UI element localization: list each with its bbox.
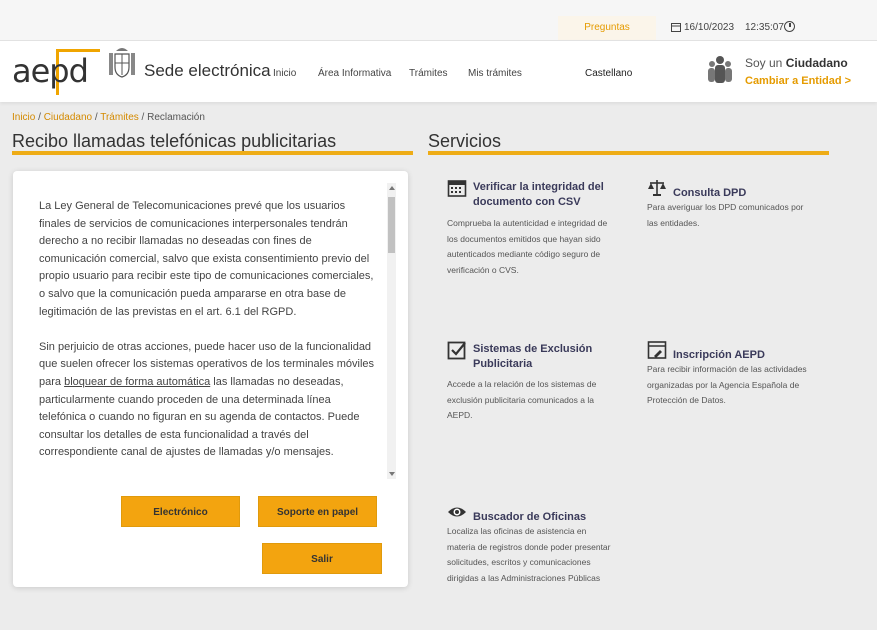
nav-mis-tramites[interactable]: Mis trámites bbox=[468, 68, 522, 79]
services-title: Servicios bbox=[428, 131, 502, 151]
breadcrumb-separator: / bbox=[35, 112, 44, 123]
breadcrumb: Inicio / Ciudadano / Trámites / Reclamac… bbox=[12, 112, 205, 123]
calendar-icon bbox=[447, 180, 467, 197]
logo-text: aepd bbox=[12, 52, 89, 90]
form-icon bbox=[647, 341, 667, 359]
procedure-card: La Ley General de Telecomunicaciones pre… bbox=[13, 171, 408, 587]
breadcrumb-tramites[interactable]: Trámites bbox=[100, 112, 139, 123]
top-bar: Preguntas Frecuentes 16/10/2023 12:35:07 bbox=[0, 0, 877, 57]
info-paragraph-1: La Ley General de Telecomunicaciones pre… bbox=[39, 200, 374, 318]
text-scrollbar[interactable] bbox=[387, 183, 396, 479]
service-name[interactable]: Buscador de Oficinas bbox=[473, 510, 613, 525]
calendar-icon bbox=[671, 23, 681, 33]
info-text[interactable]: La Ley General de Telecomunicaciones pre… bbox=[39, 198, 379, 490]
breadcrumb-current: Reclamación bbox=[147, 112, 205, 123]
breadcrumb-inicio[interactable]: Inicio bbox=[12, 112, 35, 123]
switch-entity-link[interactable]: Cambiar a Entidad > bbox=[745, 75, 851, 87]
paper-button[interactable]: Soporte en papel bbox=[258, 496, 377, 527]
faq-link[interactable]: Preguntas Frecuentes bbox=[558, 16, 656, 57]
paragraph-2-end: las llamadas no deseadas, particularment… bbox=[39, 375, 360, 459]
scroll-down-arrow[interactable] bbox=[389, 472, 395, 476]
title-underline bbox=[12, 151, 413, 155]
clock-icon bbox=[784, 21, 795, 32]
services-underline bbox=[428, 151, 829, 155]
user-prefix: Soy un bbox=[745, 56, 783, 70]
site-header: aepd Sede electrónica Inicio Área Inform… bbox=[0, 40, 877, 102]
electronic-button[interactable]: Electrónico bbox=[121, 496, 240, 527]
page-title: Recibo llamadas telefónicas publicitaria… bbox=[12, 131, 337, 151]
service-name[interactable]: Consulta DPD bbox=[673, 186, 813, 201]
block-calls-link[interactable]: bloquear de forma automática bbox=[64, 376, 210, 388]
date-text: 16/10/2023 bbox=[684, 22, 735, 33]
nav-area-informativa[interactable]: Área Informativa bbox=[318, 68, 391, 79]
scales-icon bbox=[648, 180, 666, 196]
breadcrumb-separator: / bbox=[138, 112, 148, 123]
checkbox-icon bbox=[447, 341, 466, 360]
service-name[interactable]: Inscripción AEPD bbox=[673, 348, 813, 363]
service-name[interactable]: Sistemas de Exclusión Publicitaria bbox=[473, 342, 613, 372]
eye-icon bbox=[448, 507, 466, 517]
service-desc: Localiza las oficinas de asistencia en m… bbox=[447, 526, 611, 583]
service-desc: Para averiguar los DPD comunicados por l… bbox=[647, 202, 804, 228]
user-role: Soy un Ciudadano bbox=[745, 56, 848, 70]
service-desc: Accede a la relación de los sistemas de … bbox=[447, 379, 597, 420]
service-desc: Para recibir información de las activida… bbox=[647, 364, 807, 405]
exit-button[interactable]: Salir bbox=[262, 543, 382, 574]
scroll-up-arrow[interactable] bbox=[389, 186, 395, 190]
language-selector[interactable]: Castellano bbox=[585, 68, 632, 79]
aepd-logo[interactable]: aepd bbox=[12, 49, 102, 95]
date-display: 16/10/2023 bbox=[671, 16, 734, 40]
site-title: Sede electrónica bbox=[144, 61, 271, 80]
time-display: 12:35:07 bbox=[745, 22, 784, 33]
info-paragraph-2: Sin perjuicio de otras acciones, puede h… bbox=[39, 339, 379, 462]
nav-inicio[interactable]: Inicio bbox=[273, 68, 296, 79]
citizen-group-icon bbox=[708, 56, 732, 83]
coat-of-arms-icon bbox=[109, 48, 135, 78]
nav-tramites[interactable]: Trámites bbox=[409, 68, 448, 79]
service-name[interactable]: Verificar la integridad del documento co… bbox=[473, 180, 613, 210]
service-desc: Comprueba la autenticidad e integridad d… bbox=[447, 218, 608, 275]
breadcrumb-ciudadano[interactable]: Ciudadano bbox=[44, 112, 92, 123]
scroll-thumb[interactable] bbox=[388, 197, 395, 253]
user-role-name: Ciudadano bbox=[785, 56, 848, 70]
breadcrumb-separator: / bbox=[92, 112, 101, 123]
